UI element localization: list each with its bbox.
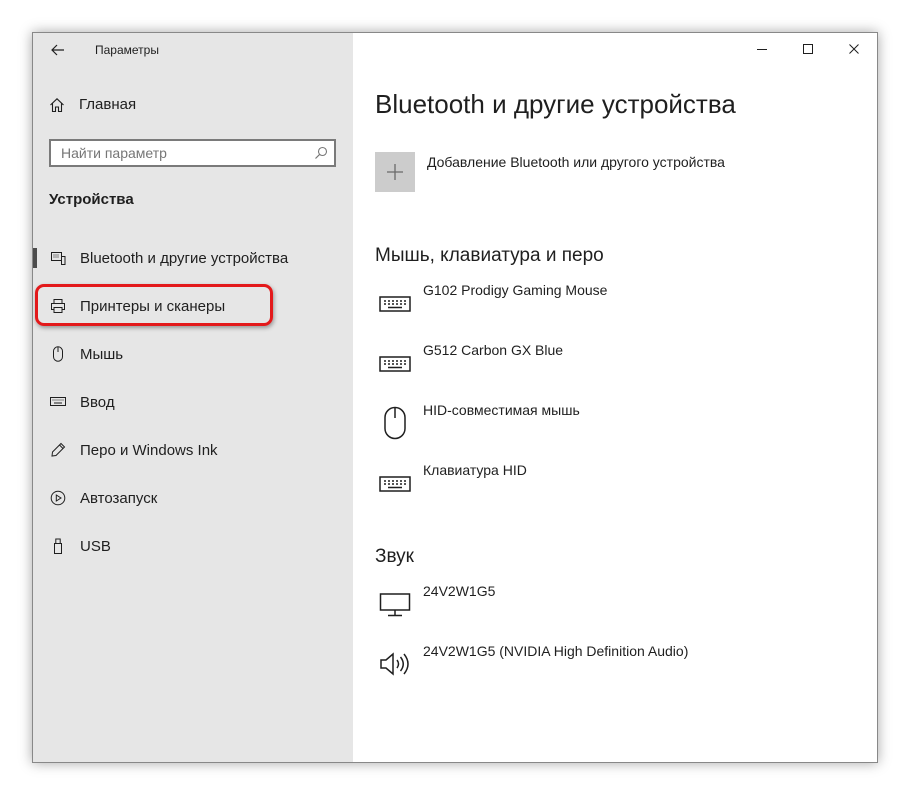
usb-icon: [50, 538, 66, 554]
pen-icon: [50, 442, 66, 458]
sidebar: Параметры Главная Устройства: [33, 33, 353, 762]
search-input[interactable]: [61, 144, 301, 162]
device-name: 24V2W1G5: [423, 583, 496, 599]
back-arrow-icon: [51, 44, 64, 56]
maximize-button[interactable]: [785, 33, 831, 65]
printers-highlight-frame: [35, 284, 273, 326]
sidebar-item-label: Мышь: [80, 345, 124, 363]
sidebar-item-label: USB: [80, 537, 111, 555]
search-box[interactable]: [49, 139, 336, 167]
bluetooth-devices-icon: [50, 250, 66, 266]
sidebar-item-label: Ввод: [80, 393, 115, 411]
sidebar-item-pen[interactable]: Перо и Windows Ink: [33, 430, 353, 470]
search-icon[interactable]: [314, 146, 328, 160]
close-icon: [849, 44, 859, 54]
group-title-sound: Звук: [375, 546, 414, 567]
keyboard-icon: [375, 343, 415, 383]
autoplay-icon: [50, 490, 66, 506]
device-name: G102 Prodigy Gaming Mouse: [423, 282, 608, 298]
add-tile: [375, 152, 415, 192]
device-item[interactable]: HID-совместимая мышь: [375, 402, 835, 453]
page-title: Bluetooth и другие устройства: [375, 89, 736, 119]
group-title-input-devices: Мышь, клавиатура и перо: [375, 245, 604, 266]
device-name: HID-совместимая мышь: [423, 402, 580, 418]
window-title: Параметры: [95, 43, 159, 57]
main-content: Bluetooth и другие устройства Добавление…: [353, 33, 877, 762]
sidebar-item-label: Перо и Windows Ink: [80, 441, 218, 459]
mouse-icon: [375, 403, 415, 443]
device-item[interactable]: 24V2W1G5 (NVIDIA High Definition Audio): [375, 643, 835, 694]
sidebar-item-autoplay[interactable]: Автозапуск: [33, 478, 353, 518]
keyboard-icon: [375, 283, 415, 323]
mouse-icon: [50, 346, 66, 362]
selected-indicator: [33, 248, 37, 268]
home-label: Главная: [79, 96, 137, 113]
sidebar-item-label: Bluetooth и другие устройства: [80, 249, 289, 267]
speaker-icon: [375, 644, 415, 684]
device-item[interactable]: Клавиатура HID: [375, 462, 835, 513]
device-item[interactable]: 24V2W1G5: [375, 583, 835, 634]
section-label-devices: Устройства: [49, 191, 134, 208]
keyboard-icon: [375, 463, 415, 503]
device-item[interactable]: G102 Prodigy Gaming Mouse: [375, 282, 835, 333]
minimize-icon: [757, 49, 767, 50]
sidebar-item-usb[interactable]: USB: [33, 526, 353, 566]
minimize-button[interactable]: [739, 33, 785, 65]
device-name: Клавиатура HID: [423, 462, 527, 478]
sidebar-item-bluetooth[interactable]: Bluetooth и другие устройства: [33, 238, 353, 278]
home-icon: [50, 97, 64, 112]
sidebar-item-input[interactable]: Ввод: [33, 382, 353, 422]
maximize-icon: [803, 44, 813, 54]
sidebar-item-label: Автозапуск: [80, 489, 158, 507]
device-name: G512 Carbon GX Blue: [423, 342, 564, 358]
device-name: 24V2W1G5 (NVIDIA High Definition Audio): [423, 643, 689, 659]
window-controls: [739, 33, 877, 65]
close-button[interactable]: [831, 33, 877, 65]
monitor-icon: [375, 584, 415, 624]
keyboard-icon: [50, 394, 66, 410]
back-button[interactable]: [47, 39, 69, 61]
home-link[interactable]: Главная: [49, 96, 136, 113]
device-item[interactable]: G512 Carbon GX Blue: [375, 342, 835, 393]
plus-icon: [387, 164, 403, 180]
settings-window: Параметры Главная Устройства: [32, 32, 878, 763]
sidebar-item-mouse[interactable]: Мышь: [33, 334, 353, 374]
add-device-label: Добавление Bluetooth или другого устройс…: [427, 154, 725, 170]
